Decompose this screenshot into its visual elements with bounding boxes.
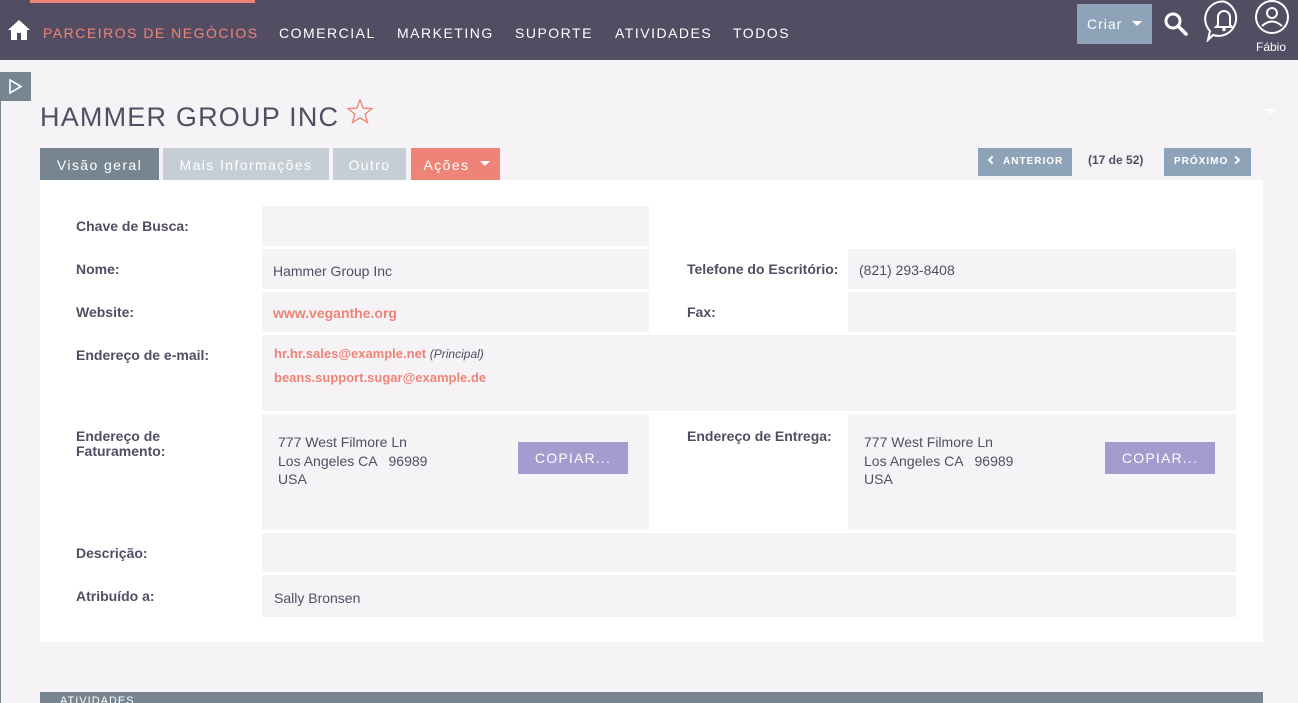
billing-address-line1: 777 West Filmore Ln — [278, 434, 407, 450]
chevron-down-icon — [1132, 21, 1142, 26]
sidebar-edge — [0, 100, 1, 703]
shipping-address-line1: 777 West Filmore Ln — [864, 434, 993, 450]
nav-item-activities[interactable]: ATIVIDADES — [615, 25, 712, 41]
email-secondary-link[interactable]: beans.support.sugar@example.de — [274, 370, 486, 385]
website-field: www.veganthe.org — [262, 292, 649, 332]
email-primary-tag: (Principal) — [429, 347, 484, 361]
nav-item-support[interactable]: SUPORTE — [515, 25, 593, 41]
sidebar-toggle-button[interactable] — [0, 72, 31, 101]
shipping-address-field: 777 West Filmore Ln Los Angeles CA 96989… — [848, 414, 1236, 530]
office-phone-label: Telefone do Escritório: — [687, 261, 839, 277]
shipping-address-line2: Los Angeles CA 96989 — [864, 452, 1014, 469]
tab-other[interactable]: Outro — [333, 148, 406, 180]
user-icon[interactable] — [1252, 0, 1292, 40]
description-label: Descrição: — [76, 545, 148, 561]
billing-address-line2: Los Angeles CA 96989 — [278, 452, 428, 469]
nav-active-indicator — [30, 0, 255, 3]
search-icon[interactable] — [1163, 11, 1189, 37]
nav-item-all[interactable]: TODOS — [733, 25, 790, 41]
email-field: hr.hr.sales@example.net (Principal) bean… — [262, 335, 1236, 411]
favorite-star-icon[interactable] — [346, 98, 374, 126]
record-counter: (17 de 52) — [1088, 153, 1144, 167]
next-label: PRÓXIMO — [1174, 156, 1229, 167]
shipping-address-line3: USA — [864, 471, 893, 487]
tab-overview[interactable]: Visão geral — [40, 148, 159, 180]
next-record-button[interactable]: PRÓXIMO — [1164, 148, 1251, 176]
description-field[interactable] — [262, 533, 1236, 572]
billing-address-line3: USA — [278, 471, 307, 487]
name-field[interactable]: Hammer Group Inc — [262, 249, 649, 289]
name-label: Nome: — [76, 261, 120, 277]
page-title: HAMMER GROUP INC — [40, 102, 340, 132]
fax-field[interactable] — [848, 292, 1236, 332]
office-phone-field[interactable]: (821) 293-8408 — [848, 249, 1236, 289]
assigned-to-value: Sally Bronsen — [274, 590, 361, 606]
tab-more-information[interactable]: Mais Informações — [163, 148, 329, 180]
nav-item-sales[interactable]: COMERCIAL — [279, 25, 376, 41]
create-button[interactable]: Criar — [1077, 4, 1152, 44]
copy-billing-button[interactable]: COPIAR... — [518, 442, 628, 474]
email-primary-row: hr.hr.sales@example.net (Principal) — [274, 346, 484, 361]
email-primary-link[interactable]: hr.hr.sales@example.net — [274, 346, 426, 361]
previous-label: ANTERIOR — [1003, 156, 1064, 167]
assigned-to-field[interactable]: Sally Bronsen — [262, 575, 1236, 617]
activities-subpanel-header[interactable] — [40, 692, 1263, 703]
copy-shipping-button[interactable]: COPIAR... — [1105, 442, 1215, 474]
chevron-left-icon — [987, 155, 997, 165]
name-value: Hammer Group Inc — [273, 263, 393, 279]
chevron-down-icon[interactable] — [1264, 109, 1276, 114]
shipping-address-text: 777 West Filmore Ln Los Angeles CA 96989… — [864, 433, 1013, 489]
billing-address-text: 777 West Filmore Ln Los Angeles CA 96989… — [278, 433, 427, 489]
chevron-down-icon — [480, 161, 490, 166]
detail-panel: Chave de Busca: Nome: Hammer Group Inc T… — [40, 180, 1263, 642]
home-icon[interactable] — [7, 19, 31, 41]
shipping-address-label: Endereço de Entrega: — [687, 428, 832, 444]
search-key-label: Chave de Busca: — [76, 218, 189, 234]
bell-icon[interactable] — [1204, 0, 1244, 44]
billing-address-label: Endereço de Faturamento: — [76, 428, 166, 459]
office-phone-value: (821) 293-8408 — [859, 262, 955, 278]
chevron-right-icon — [1231, 155, 1241, 165]
nav-item-business-partners[interactable]: PARCEIROS DE NEGÓCIOS — [43, 25, 259, 41]
search-key-field[interactable] — [262, 206, 649, 246]
email-label: Endereço de e-mail: — [76, 347, 210, 363]
activities-subpanel-title: ATIVIDADES — [60, 695, 135, 703]
email-secondary-row: beans.support.sugar@example.de — [274, 370, 486, 385]
fax-label: Fax: — [687, 304, 716, 320]
previous-record-button[interactable]: ANTERIOR — [978, 148, 1072, 176]
nav-item-marketing[interactable]: MARKETING — [397, 25, 494, 41]
billing-address-field: 777 West Filmore Ln Los Angeles CA 96989… — [262, 414, 649, 530]
actions-label: Ações — [423, 157, 470, 173]
create-button-label: Criar — [1087, 16, 1123, 32]
website-link[interactable]: www.veganthe.org — [273, 305, 397, 321]
user-name[interactable]: Fábio — [1256, 40, 1286, 54]
top-navbar: PARCEIROS DE NEGÓCIOS COMERCIAL MARKETIN… — [0, 0, 1298, 60]
actions-dropdown[interactable]: Ações — [411, 148, 500, 180]
website-label: Website: — [76, 304, 135, 320]
assigned-to-label: Atribuído a: — [76, 588, 155, 604]
